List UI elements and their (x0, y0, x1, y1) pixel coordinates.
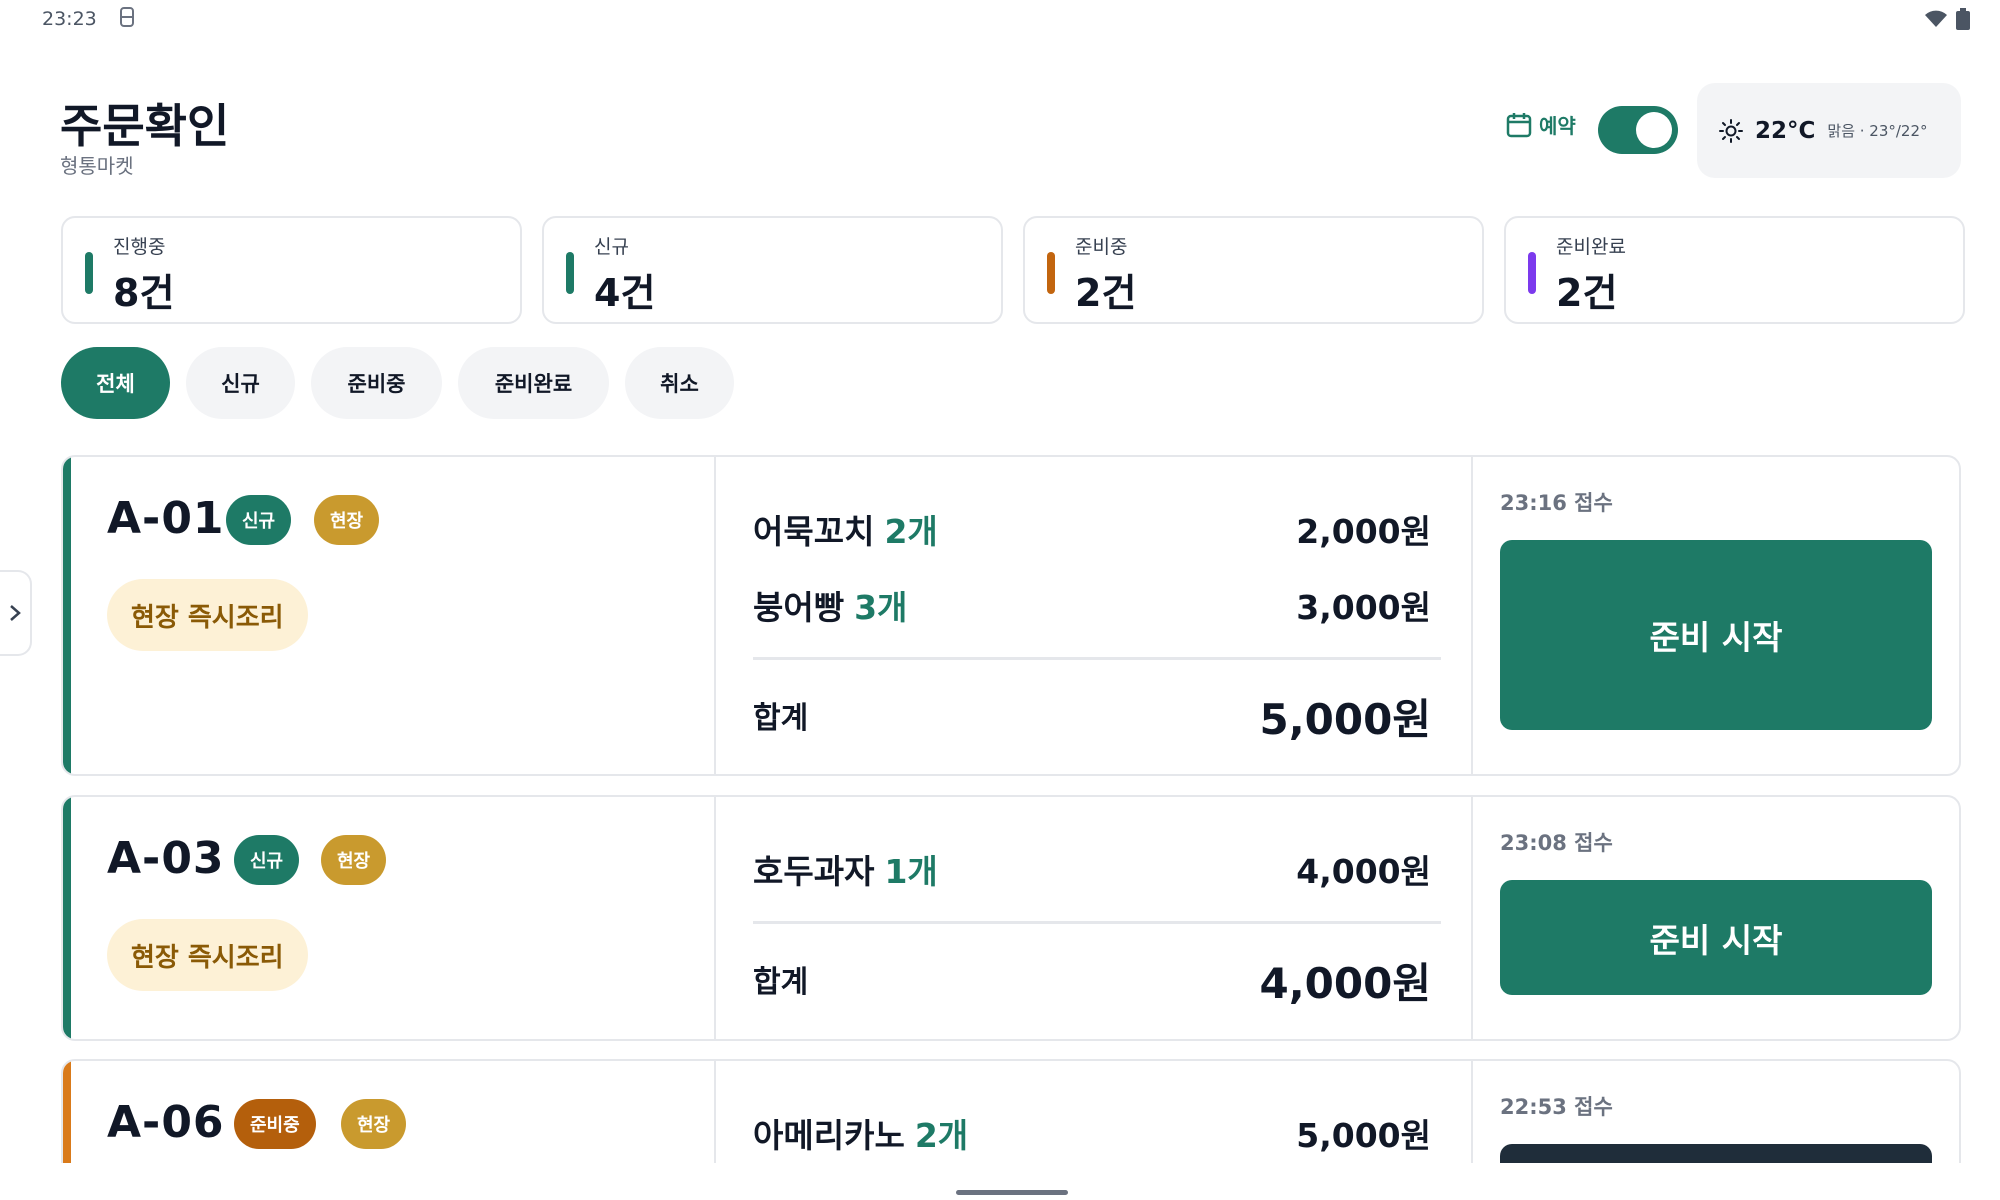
order-accent (63, 457, 71, 774)
start-prep-button[interactable]: 준비 시작 (1500, 540, 1932, 730)
weather-desc: 맑음 · 23°/22° (1827, 122, 1928, 140)
summary-card-ready[interactable]: 준비완료 2건 (1504, 216, 1965, 324)
item-qty: 2개 (884, 512, 938, 551)
order-number: A-03 (107, 833, 225, 884)
wifi-icon (1925, 10, 1947, 27)
item-row: 아메리카노 2개 (753, 1109, 968, 1157)
order-number: A-06 (107, 1097, 225, 1148)
summary-value: 2건 (1075, 271, 1137, 315)
store-name: 형통마켓 (60, 154, 134, 178)
toggle-knob (1636, 112, 1672, 148)
tab-preparing[interactable]: 준비중 (311, 347, 442, 419)
item-name: 어묵꼬치 (753, 512, 875, 551)
summary-value: 8건 (113, 271, 175, 315)
drawer-handle[interactable] (0, 570, 32, 656)
item-price: 4,000원 (1296, 852, 1431, 891)
summary-card-in-progress[interactable]: 진행중 8건 (61, 216, 522, 324)
order-accent (63, 797, 71, 1039)
received-time: 23:16 접수 (1500, 491, 1613, 515)
sum-divider (753, 657, 1441, 660)
item-qty: 1개 (884, 852, 938, 891)
type-badge: 현장 (341, 1099, 407, 1149)
column-divider (714, 797, 716, 1039)
item-name: 호두과자 (753, 852, 875, 891)
summary-card-new[interactable]: 신규 4건 (542, 216, 1003, 324)
item-price: 5,000원 (1296, 1116, 1431, 1155)
item-row: 붕어빵 3개 (753, 581, 907, 629)
weather-temp: 22°C (1755, 117, 1816, 144)
summary-card-preparing[interactable]: 준비중 2건 (1023, 216, 1484, 324)
battery-icon (1956, 8, 1970, 30)
chevron-right-icon (10, 605, 21, 621)
sum-label: 합계 (753, 965, 809, 1000)
received-time: 23:08 접수 (1500, 831, 1613, 855)
type-badge: 현장 (321, 835, 387, 885)
calendar-icon (1506, 112, 1532, 137)
sum-value: 4,000원 (1259, 959, 1432, 1008)
column-divider (714, 457, 716, 774)
item-row: 어묵꼬치 2개 (753, 505, 938, 553)
column-divider (1471, 457, 1473, 774)
summary-value: 2건 (1556, 271, 1618, 315)
summary-bar (1047, 252, 1055, 294)
status-bar: 23:23 (0, 0, 2000, 38)
tab-ready[interactable]: 준비완료 (458, 347, 609, 419)
sun-icon (1719, 118, 1743, 143)
reserve-control[interactable]: 예약 (1505, 110, 1576, 139)
item-price: 3,000원 (1296, 588, 1431, 627)
summary-label: 진행중 (113, 236, 166, 258)
sum-value: 5,000원 (1259, 695, 1432, 744)
weather-widget: 22°C 맑음 · 23°/22° (1697, 83, 1961, 178)
tab-all[interactable]: 전체 (61, 347, 170, 419)
order-note: 현장 즉시조리 (107, 919, 308, 991)
summary-bar (566, 252, 574, 294)
item-qty: 3개 (854, 588, 908, 627)
summary-bar (85, 252, 93, 294)
status-badge: 신규 (226, 495, 292, 545)
page-title: 주문확인 (60, 99, 230, 153)
start-prep-button[interactable]: 준비 시작 (1500, 880, 1932, 995)
summary-label: 준비중 (1075, 236, 1128, 258)
item-name: 아메리카노 (753, 1116, 905, 1155)
summary-label: 신규 (594, 236, 629, 258)
type-badge: 현장 (314, 495, 380, 545)
item-price: 2,000원 (1296, 512, 1431, 551)
sum-label: 합계 (753, 701, 809, 736)
status-time: 23:23 (42, 8, 97, 30)
summary-label: 준비완료 (1556, 236, 1626, 258)
tab-cancelled[interactable]: 취소 (625, 347, 734, 419)
app-notification-icon (120, 7, 134, 27)
tab-new[interactable]: 신규 (186, 347, 295, 419)
item-qty: 2개 (914, 1116, 969, 1155)
column-divider (1471, 797, 1473, 1039)
reserve-label: 예약 (1539, 114, 1576, 138)
order-number: A-01 (107, 493, 225, 544)
summary-value: 4건 (594, 271, 656, 315)
reserve-toggle[interactable] (1598, 106, 1678, 154)
order-note: 현장 즉시조리 (107, 579, 308, 651)
gesture-nav-pill[interactable] (956, 1190, 1068, 1195)
status-icons (1924, 8, 1970, 30)
status-badge: 준비중 (234, 1099, 316, 1149)
status-badge: 신규 (234, 835, 300, 885)
summary-bar (1528, 252, 1536, 294)
sum-divider (753, 921, 1441, 924)
order-card[interactable]: A-03 신규 현장 현장 즉시조리 호두과자 1개 4,000원 합계 4,00… (61, 795, 1961, 1041)
item-name: 붕어빵 (753, 588, 845, 627)
order-card[interactable]: A-01 신규 현장 현장 즉시조리 어묵꼬치 2개 2,000원 붕어빵 3개 3… (61, 455, 1961, 776)
received-time: 22:53 접수 (1500, 1095, 1613, 1119)
item-row: 호두과자 1개 (753, 845, 938, 893)
